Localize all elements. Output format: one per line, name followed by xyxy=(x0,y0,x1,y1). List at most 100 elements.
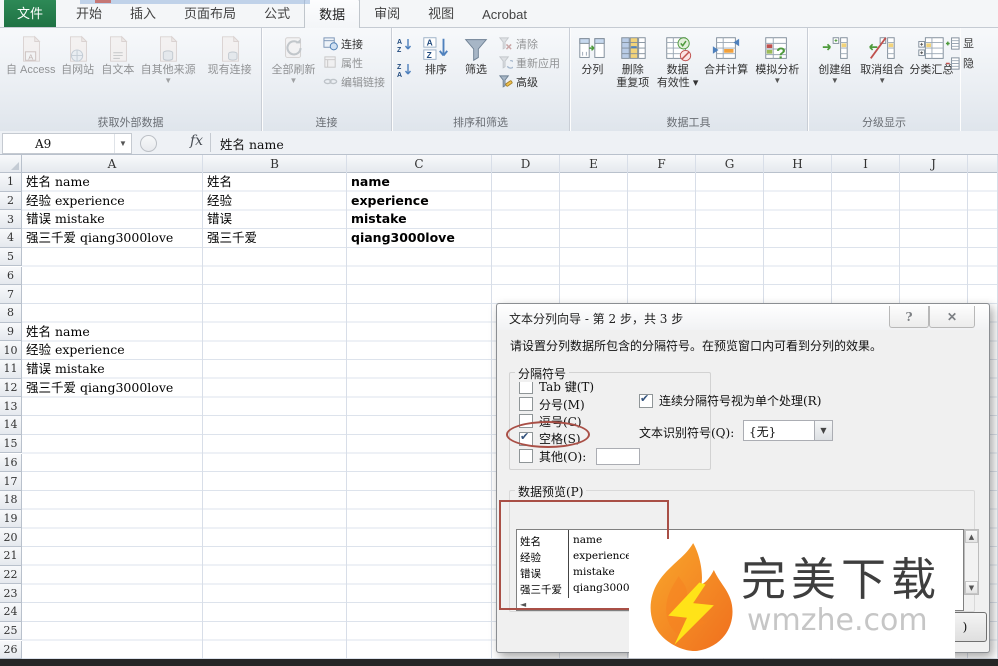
tab-插入[interactable]: 插入 xyxy=(116,0,170,27)
column-header-G[interactable]: G xyxy=(696,155,764,173)
delimiter-O-checkbox[interactable]: 其他(O): xyxy=(519,447,641,465)
other-delimiter-input[interactable] xyxy=(596,447,641,465)
remove-duplicates-button[interactable]: 删除 重复项 xyxy=(611,32,655,90)
row-header-1[interactable]: 1 xyxy=(0,173,22,192)
show-detail-button[interactable]: 显 xyxy=(945,35,974,51)
row-header-12[interactable]: 12 xyxy=(0,378,22,398)
tab-文件[interactable]: 文件 xyxy=(4,0,57,27)
row-header-16[interactable]: 16 xyxy=(0,453,22,473)
delimiter-M-checkbox[interactable]: 分号(M) xyxy=(519,395,640,412)
cell-B4[interactable]: 强三千爱 xyxy=(207,229,257,247)
preview-vertical-scrollbar[interactable]: ▲ ▼ xyxy=(964,529,979,595)
row-header-24[interactable]: 24 xyxy=(0,603,22,622)
cell-C3[interactable]: mistake xyxy=(351,210,407,228)
row-header-9[interactable]: 9 xyxy=(0,322,22,342)
cell-C4[interactable]: qiang3000love xyxy=(351,229,455,247)
cell-C2[interactable]: experience xyxy=(351,192,429,210)
reapply-filter-button[interactable]: 重新应用 xyxy=(498,54,560,71)
tab-审阅[interactable]: 审阅 xyxy=(360,0,414,27)
filter-button[interactable]: 筛选 xyxy=(456,32,496,77)
cell-A2[interactable]: 经验 experience xyxy=(26,192,125,210)
clear-filter-button[interactable]: 清除 xyxy=(498,35,560,52)
row-header-4[interactable]: 4 xyxy=(0,229,22,248)
what-if-analysis-button[interactable]: ? 模拟分析 ▼ xyxy=(752,32,803,85)
row-header-5[interactable]: 5 xyxy=(0,247,22,267)
dialog-title-bar[interactable]: 文本分列向导 - 第 2 步，共 3 步 ? ✕ xyxy=(497,304,989,330)
insert-function-icon[interactable]: fx xyxy=(190,133,203,149)
group-button[interactable]: 创建组 ▼ xyxy=(812,32,858,85)
column-header-partial[interactable] xyxy=(968,155,998,173)
dropdown-arrow-icon[interactable]: ▼ xyxy=(814,421,832,440)
row-header-2[interactable]: 2 xyxy=(0,191,22,211)
row-header-11[interactable]: 11 xyxy=(0,360,22,379)
tab-公式[interactable]: 公式 xyxy=(250,0,304,27)
column-header-B[interactable]: B xyxy=(203,155,347,173)
name-box[interactable]: A9 ▼ xyxy=(2,133,132,154)
row-header-6[interactable]: 6 xyxy=(0,266,22,286)
column-header-A[interactable]: A xyxy=(22,155,203,173)
ungroup-button[interactable]: 取消组合 ▼ xyxy=(858,32,907,85)
consolidate-button[interactable]: 合并计算 xyxy=(701,32,752,77)
edit-links-button[interactable]: 编辑链接 xyxy=(323,73,385,90)
row-header-21[interactable]: 21 xyxy=(0,547,22,566)
row-header-15[interactable]: 15 xyxy=(0,434,22,454)
column-header-C[interactable]: C xyxy=(347,155,492,173)
row-header-18[interactable]: 18 xyxy=(0,490,22,510)
dialog-close-button[interactable]: ✕ xyxy=(929,306,975,328)
row-header-20[interactable]: 20 xyxy=(0,528,22,547)
column-header-F[interactable]: F xyxy=(628,155,696,173)
cell-A1[interactable]: 姓名 name xyxy=(26,173,90,191)
hide-detail-button[interactable]: 隐 xyxy=(945,55,974,71)
row-header-8[interactable]: 8 xyxy=(0,303,22,323)
advanced-filter-button[interactable]: 高级 xyxy=(498,73,560,90)
formula-bar-value[interactable]: 姓名 name xyxy=(220,134,284,153)
name-box-dropdown-icon[interactable]: ▼ xyxy=(114,134,131,153)
row-header-14[interactable]: 14 xyxy=(0,416,22,435)
from-text-button[interactable]: 自文本 xyxy=(98,32,138,77)
scroll-up-icon[interactable]: ▲ xyxy=(965,530,978,543)
row-header-7[interactable]: 7 xyxy=(0,285,22,304)
sort-button[interactable]: AZ 排序 xyxy=(416,32,456,77)
column-header-E[interactable]: E xyxy=(560,155,628,173)
cell-B1[interactable]: 姓名 xyxy=(207,173,232,191)
sort-za-button[interactable]: ZA xyxy=(397,62,413,83)
select-all-corner[interactable] xyxy=(0,155,22,173)
tab-开始[interactable]: 开始 xyxy=(62,0,116,27)
row-header-19[interactable]: 19 xyxy=(0,509,22,529)
cell-B2[interactable]: 经验 xyxy=(207,192,232,210)
text-to-columns-button[interactable]: 分列 xyxy=(574,32,611,77)
tab-Acrobat[interactable]: Acrobat xyxy=(468,3,541,27)
dialog-help-button[interactable]: ? xyxy=(889,306,929,328)
data-validation-button[interactable]: 数据 有效性 ▾ xyxy=(655,32,701,90)
sort-az-button[interactable]: AZ xyxy=(397,37,413,58)
from-web-button[interactable]: 自网站 xyxy=(58,32,98,77)
cell-C1[interactable]: name xyxy=(351,173,390,191)
column-header-J[interactable]: J xyxy=(900,155,968,173)
connections-button[interactable]: 连接 xyxy=(323,35,385,52)
text-qualifier-dropdown[interactable]: {无} ▼ xyxy=(743,420,833,441)
cell-A9[interactable]: 姓名 name xyxy=(26,323,90,341)
row-header-17[interactable]: 17 xyxy=(0,472,22,491)
row-header-13[interactable]: 13 xyxy=(0,397,22,417)
tab-数据[interactable]: 数据 xyxy=(304,0,361,28)
cell-A11[interactable]: 错误 mistake xyxy=(26,360,105,378)
row-header-3[interactable]: 3 xyxy=(0,210,22,230)
cell-A12[interactable]: 强三千爱 qiang3000love xyxy=(26,379,173,397)
from-other-sources-button[interactable]: 自其他来源 ▼ xyxy=(138,32,198,85)
cell-A3[interactable]: 错误 mistake xyxy=(26,210,105,228)
row-header-22[interactable]: 22 xyxy=(0,565,22,585)
scroll-down-icon[interactable]: ▼ xyxy=(965,581,978,594)
existing-connections-button[interactable]: 现有连接 xyxy=(202,32,257,77)
column-header-I[interactable]: I xyxy=(832,155,900,173)
cell-A4[interactable]: 强三千爱 qiang3000love xyxy=(26,229,173,247)
formula-cancel-button[interactable] xyxy=(140,135,157,152)
consecutive-delimiters-checkbox[interactable]: 连续分隔符号视为单个处理(R) xyxy=(639,392,821,409)
cell-A10[interactable]: 经验 experience xyxy=(26,341,125,359)
row-header-10[interactable]: 10 xyxy=(0,341,22,360)
properties-button[interactable]: 属性 xyxy=(323,54,385,71)
column-header-H[interactable]: H xyxy=(764,155,832,173)
tab-视图[interactable]: 视图 xyxy=(414,0,468,27)
from-access-button[interactable]: A 自 Access xyxy=(4,32,58,77)
cell-B3[interactable]: 错误 xyxy=(207,210,232,228)
column-header-D[interactable]: D xyxy=(492,155,560,173)
